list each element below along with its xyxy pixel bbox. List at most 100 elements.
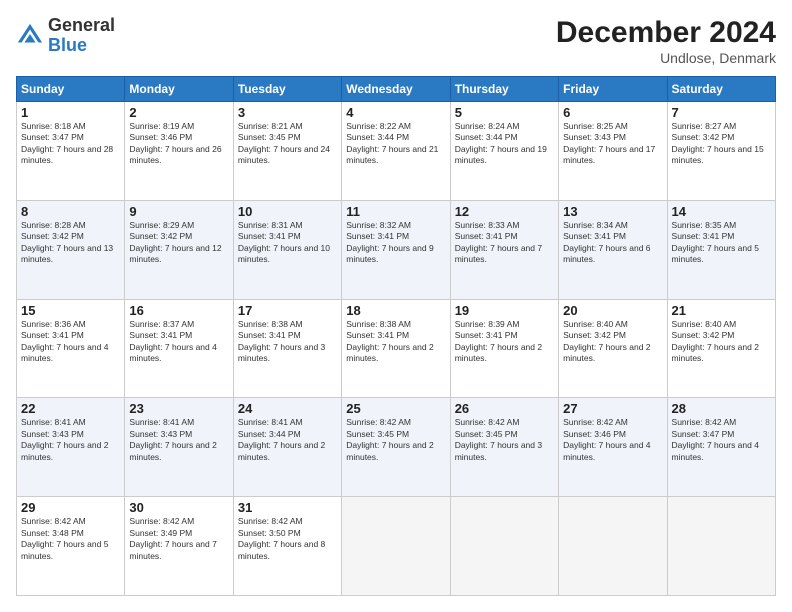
day-number: 21: [672, 303, 771, 318]
title-block: December 2024 Undlose, Denmark: [556, 16, 776, 66]
table-row: 31 Sunrise: 8:42 AM Sunset: 3:50 PM Dayl…: [233, 497, 341, 596]
day-detail: Sunrise: 8:39 AM Sunset: 3:41 PM Dayligh…: [455, 319, 554, 365]
day-detail: Sunrise: 8:42 AM Sunset: 3:47 PM Dayligh…: [672, 417, 771, 463]
day-number: 15: [21, 303, 120, 318]
day-number: 11: [346, 204, 445, 219]
calendar-table: Sunday Monday Tuesday Wednesday Thursday…: [16, 76, 776, 596]
table-row: 7 Sunrise: 8:27 AM Sunset: 3:42 PM Dayli…: [667, 102, 775, 201]
day-detail: Sunrise: 8:34 AM Sunset: 3:41 PM Dayligh…: [563, 220, 662, 266]
day-detail: Sunrise: 8:22 AM Sunset: 3:44 PM Dayligh…: [346, 121, 445, 167]
col-monday: Monday: [125, 77, 233, 102]
table-row: 3 Sunrise: 8:21 AM Sunset: 3:45 PM Dayli…: [233, 102, 341, 201]
logo-icon: [16, 22, 44, 50]
day-detail: Sunrise: 8:28 AM Sunset: 3:42 PM Dayligh…: [21, 220, 120, 266]
day-number: 13: [563, 204, 662, 219]
day-detail: Sunrise: 8:42 AM Sunset: 3:49 PM Dayligh…: [129, 516, 228, 562]
day-detail: Sunrise: 8:19 AM Sunset: 3:46 PM Dayligh…: [129, 121, 228, 167]
day-detail: Sunrise: 8:40 AM Sunset: 3:42 PM Dayligh…: [672, 319, 771, 365]
col-tuesday: Tuesday: [233, 77, 341, 102]
logo-general: General: [48, 15, 115, 35]
table-row: 6 Sunrise: 8:25 AM Sunset: 3:43 PM Dayli…: [559, 102, 667, 201]
table-row: 28 Sunrise: 8:42 AM Sunset: 3:47 PM Dayl…: [667, 398, 775, 497]
calendar-week-row: 15 Sunrise: 8:36 AM Sunset: 3:41 PM Dayl…: [17, 299, 776, 398]
table-row: 22 Sunrise: 8:41 AM Sunset: 3:43 PM Dayl…: [17, 398, 125, 497]
day-detail: Sunrise: 8:41 AM Sunset: 3:44 PM Dayligh…: [238, 417, 337, 463]
col-thursday: Thursday: [450, 77, 558, 102]
day-detail: Sunrise: 8:42 AM Sunset: 3:45 PM Dayligh…: [455, 417, 554, 463]
col-friday: Friday: [559, 77, 667, 102]
table-row: 1 Sunrise: 8:18 AM Sunset: 3:47 PM Dayli…: [17, 102, 125, 201]
day-number: 2: [129, 105, 228, 120]
day-number: 10: [238, 204, 337, 219]
day-detail: Sunrise: 8:18 AM Sunset: 3:47 PM Dayligh…: [21, 121, 120, 167]
day-number: 29: [21, 500, 120, 515]
logo: General Blue: [16, 16, 115, 56]
day-number: 5: [455, 105, 554, 120]
day-number: 3: [238, 105, 337, 120]
day-detail: Sunrise: 8:41 AM Sunset: 3:43 PM Dayligh…: [21, 417, 120, 463]
table-row: 9 Sunrise: 8:29 AM Sunset: 3:42 PM Dayli…: [125, 200, 233, 299]
col-sunday: Sunday: [17, 77, 125, 102]
day-detail: Sunrise: 8:38 AM Sunset: 3:41 PM Dayligh…: [238, 319, 337, 365]
day-number: 20: [563, 303, 662, 318]
table-row: 14 Sunrise: 8:35 AM Sunset: 3:41 PM Dayl…: [667, 200, 775, 299]
calendar-week-row: 1 Sunrise: 8:18 AM Sunset: 3:47 PM Dayli…: [17, 102, 776, 201]
day-number: 19: [455, 303, 554, 318]
day-detail: Sunrise: 8:41 AM Sunset: 3:43 PM Dayligh…: [129, 417, 228, 463]
day-detail: Sunrise: 8:42 AM Sunset: 3:50 PM Dayligh…: [238, 516, 337, 562]
day-detail: Sunrise: 8:40 AM Sunset: 3:42 PM Dayligh…: [563, 319, 662, 365]
table-row: 29 Sunrise: 8:42 AM Sunset: 3:48 PM Dayl…: [17, 497, 125, 596]
page: General Blue December 2024 Undlose, Denm…: [0, 0, 792, 612]
day-number: 12: [455, 204, 554, 219]
table-row: 21 Sunrise: 8:40 AM Sunset: 3:42 PM Dayl…: [667, 299, 775, 398]
table-row: [342, 497, 450, 596]
day-detail: Sunrise: 8:37 AM Sunset: 3:41 PM Dayligh…: [129, 319, 228, 365]
day-number: 26: [455, 401, 554, 416]
table-row: [450, 497, 558, 596]
day-detail: Sunrise: 8:21 AM Sunset: 3:45 PM Dayligh…: [238, 121, 337, 167]
day-detail: Sunrise: 8:35 AM Sunset: 3:41 PM Dayligh…: [672, 220, 771, 266]
day-number: 14: [672, 204, 771, 219]
day-detail: Sunrise: 8:29 AM Sunset: 3:42 PM Dayligh…: [129, 220, 228, 266]
table-row: 8 Sunrise: 8:28 AM Sunset: 3:42 PM Dayli…: [17, 200, 125, 299]
calendar-week-row: 22 Sunrise: 8:41 AM Sunset: 3:43 PM Dayl…: [17, 398, 776, 497]
day-number: 4: [346, 105, 445, 120]
table-row: 10 Sunrise: 8:31 AM Sunset: 3:41 PM Dayl…: [233, 200, 341, 299]
day-detail: Sunrise: 8:27 AM Sunset: 3:42 PM Dayligh…: [672, 121, 771, 167]
table-row: 26 Sunrise: 8:42 AM Sunset: 3:45 PM Dayl…: [450, 398, 558, 497]
table-row: 24 Sunrise: 8:41 AM Sunset: 3:44 PM Dayl…: [233, 398, 341, 497]
location: Undlose, Denmark: [556, 50, 776, 66]
day-number: 23: [129, 401, 228, 416]
table-row: 15 Sunrise: 8:36 AM Sunset: 3:41 PM Dayl…: [17, 299, 125, 398]
day-number: 9: [129, 204, 228, 219]
table-row: 20 Sunrise: 8:40 AM Sunset: 3:42 PM Dayl…: [559, 299, 667, 398]
day-detail: Sunrise: 8:24 AM Sunset: 3:44 PM Dayligh…: [455, 121, 554, 167]
day-detail: Sunrise: 8:32 AM Sunset: 3:41 PM Dayligh…: [346, 220, 445, 266]
day-detail: Sunrise: 8:42 AM Sunset: 3:45 PM Dayligh…: [346, 417, 445, 463]
table-row: 18 Sunrise: 8:38 AM Sunset: 3:41 PM Dayl…: [342, 299, 450, 398]
table-row: 5 Sunrise: 8:24 AM Sunset: 3:44 PM Dayli…: [450, 102, 558, 201]
table-row: 17 Sunrise: 8:38 AM Sunset: 3:41 PM Dayl…: [233, 299, 341, 398]
day-number: 28: [672, 401, 771, 416]
month-title: December 2024: [556, 16, 776, 50]
day-number: 17: [238, 303, 337, 318]
table-row: 11 Sunrise: 8:32 AM Sunset: 3:41 PM Dayl…: [342, 200, 450, 299]
day-detail: Sunrise: 8:36 AM Sunset: 3:41 PM Dayligh…: [21, 319, 120, 365]
day-number: 18: [346, 303, 445, 318]
col-wednesday: Wednesday: [342, 77, 450, 102]
day-number: 8: [21, 204, 120, 219]
table-row: 16 Sunrise: 8:37 AM Sunset: 3:41 PM Dayl…: [125, 299, 233, 398]
table-row: 27 Sunrise: 8:42 AM Sunset: 3:46 PM Dayl…: [559, 398, 667, 497]
day-number: 30: [129, 500, 228, 515]
table-row: 19 Sunrise: 8:39 AM Sunset: 3:41 PM Dayl…: [450, 299, 558, 398]
logo-text: General Blue: [48, 16, 115, 56]
day-detail: Sunrise: 8:25 AM Sunset: 3:43 PM Dayligh…: [563, 121, 662, 167]
table-row: 23 Sunrise: 8:41 AM Sunset: 3:43 PM Dayl…: [125, 398, 233, 497]
day-detail: Sunrise: 8:33 AM Sunset: 3:41 PM Dayligh…: [455, 220, 554, 266]
day-detail: Sunrise: 8:42 AM Sunset: 3:46 PM Dayligh…: [563, 417, 662, 463]
day-number: 22: [21, 401, 120, 416]
day-detail: Sunrise: 8:42 AM Sunset: 3:48 PM Dayligh…: [21, 516, 120, 562]
calendar-week-row: 29 Sunrise: 8:42 AM Sunset: 3:48 PM Dayl…: [17, 497, 776, 596]
day-number: 25: [346, 401, 445, 416]
table-row: 2 Sunrise: 8:19 AM Sunset: 3:46 PM Dayli…: [125, 102, 233, 201]
